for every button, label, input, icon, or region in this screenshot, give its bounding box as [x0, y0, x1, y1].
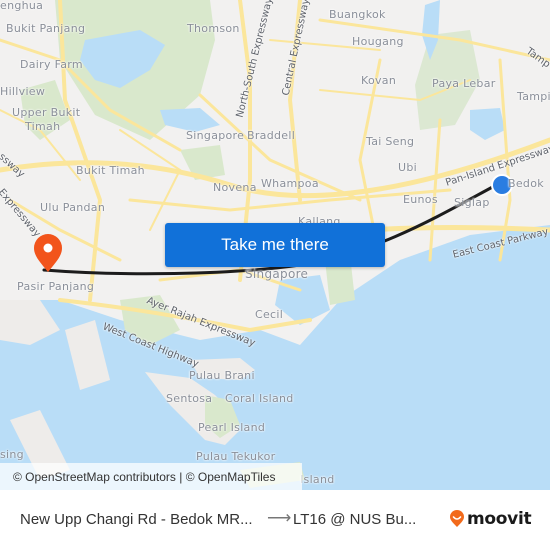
place-label: Kovan: [361, 74, 397, 87]
map-canvas[interactable]: enghua Bukit Panjang Dairy Farm Hillview…: [0, 0, 550, 490]
place-label: Timah: [25, 120, 61, 133]
place-label: Tampi: [517, 90, 550, 103]
place-label: Sentosa: [166, 392, 213, 405]
place-label: Whampoa: [261, 177, 319, 190]
place-label: Pearl Island: [198, 421, 266, 434]
place-label: Thomson: [187, 22, 240, 35]
place-label: Ulu Pandan: [40, 201, 106, 214]
take-me-there-button[interactable]: Take me there: [165, 223, 385, 267]
moovit-logo[interactable]: moovit: [449, 509, 532, 529]
place-label: Singapore: [245, 267, 309, 281]
place-label: Buangkok: [329, 8, 386, 21]
place-label: Novena: [213, 181, 257, 194]
origin-stop-name: New Upp Changi Rd - Bedok MR...: [20, 511, 253, 528]
footer-bar: New Upp Changi Rd - Bedok MR... ⟶ LT16 @…: [0, 490, 550, 550]
arrow-right-icon: ⟶: [267, 508, 292, 527]
place-label: Upper Bukit: [12, 106, 81, 119]
moovit-wordmark: moovit: [467, 509, 532, 529]
place-label: Tai Seng: [366, 135, 415, 148]
place-label: enghua: [0, 0, 44, 12]
place-label: Siglap: [454, 196, 490, 209]
destination-stop-name: LT16 @ NUS Bu...: [293, 511, 417, 528]
place-label: Cecil: [255, 308, 284, 321]
place-label: Bedok: [508, 177, 544, 190]
place-label: sing: [0, 448, 24, 461]
place-label: Ubi: [398, 161, 417, 174]
place-label: Bukit Timah: [76, 164, 145, 177]
map-attribution[interactable]: © OpenStreetMap contributors | © OpenMap…: [0, 463, 302, 490]
place-label: Island: [300, 473, 335, 486]
place-label: Paya Lebar: [432, 77, 496, 90]
moovit-pin-icon: [450, 510, 464, 527]
place-label: Pulau Tekukor: [196, 450, 276, 463]
attribution-text[interactable]: © OpenStreetMap contributors | © OpenMap…: [13, 470, 275, 484]
place-label: Eunos: [403, 193, 438, 206]
place-label: Pulau Brani: [189, 369, 255, 382]
place-label: Hillview: [0, 85, 46, 98]
place-label: Pasir Panjang: [17, 280, 95, 293]
marina-water: [275, 275, 330, 325]
reservoir-east: [470, 108, 505, 140]
place-label: Hougang: [352, 35, 404, 48]
place-label: Dairy Farm: [20, 58, 83, 71]
place-label: Coral Island: [225, 392, 294, 405]
place-label: Singapore: [186, 129, 245, 142]
destination-marker: [34, 234, 62, 272]
place-label: Bukit Panjang: [6, 22, 86, 35]
place-label: Braddell: [247, 129, 296, 142]
